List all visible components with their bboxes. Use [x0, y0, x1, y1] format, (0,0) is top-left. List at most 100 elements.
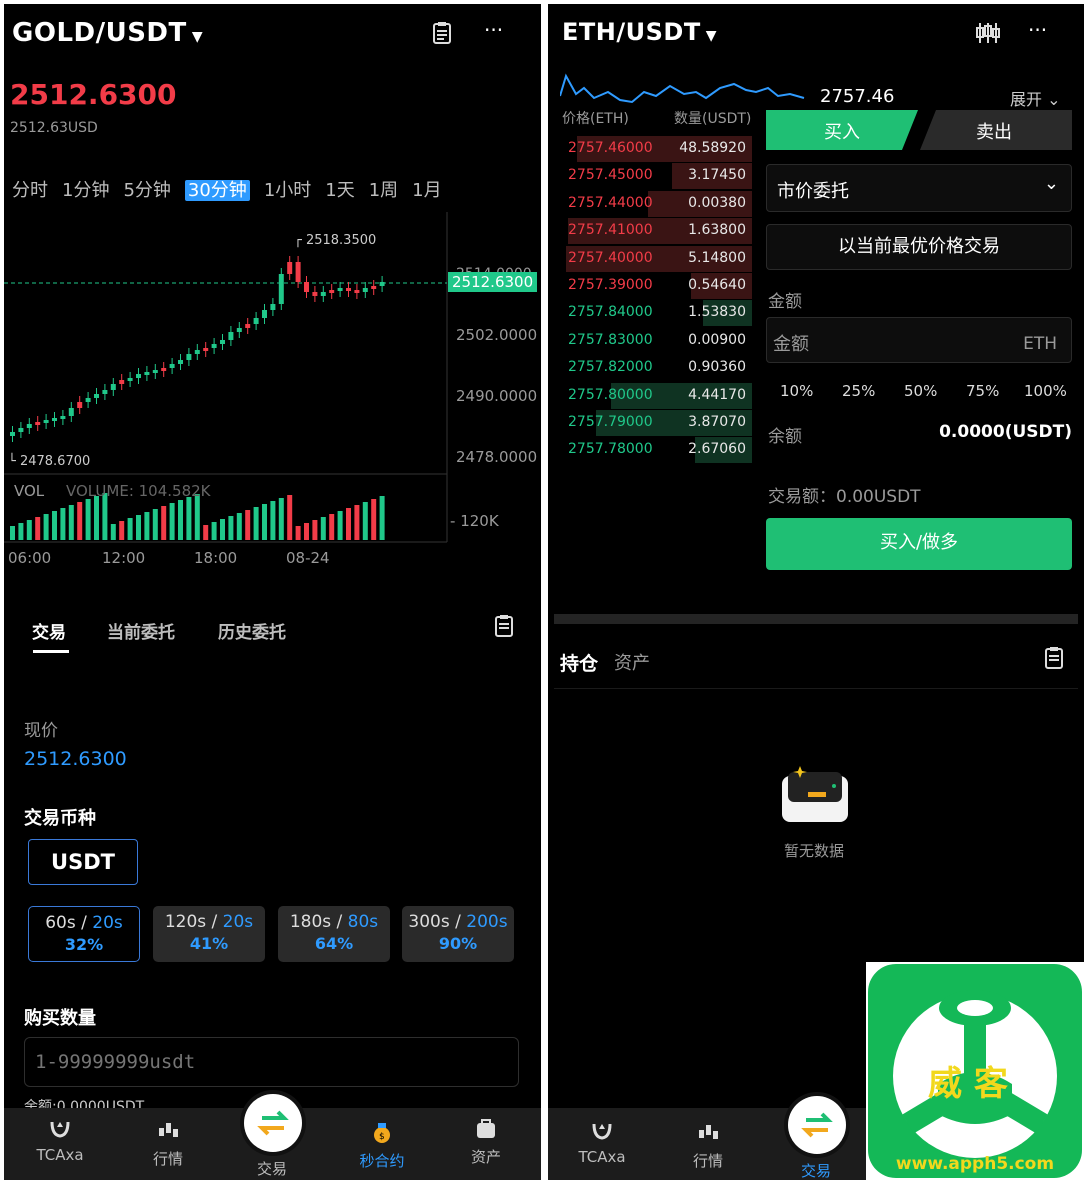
- pct-button[interactable]: 100%: [1024, 382, 1067, 400]
- bid-row[interactable]: 2757.80000 4.44170: [562, 382, 752, 409]
- clipboard-icon[interactable]: [494, 614, 514, 638]
- y-tick: 2502.0000: [456, 326, 538, 344]
- tab-interval[interactable]: 5分钟: [123, 180, 170, 201]
- sell-tab[interactable]: 卖出: [976, 118, 1012, 144]
- tab-assets[interactable]: 资产: [614, 649, 650, 675]
- ask-row[interactable]: 2757.40000 5.14800: [562, 245, 752, 272]
- more-icon[interactable]: ···: [1028, 18, 1047, 42]
- nav-home[interactable]: TCAxa: [572, 1120, 632, 1166]
- ob-qty: 1.53830: [688, 304, 746, 321]
- wallet-icon: [477, 1119, 495, 1138]
- mini-price: 2757.46: [820, 86, 895, 107]
- divider: [554, 688, 1078, 689]
- candle-body: [245, 324, 251, 328]
- volume-bar: [245, 510, 251, 540]
- pair-selector[interactable]: GOLD/USDT ▼: [12, 18, 203, 48]
- period-option[interactable]: 180s / 80s 64%: [278, 906, 390, 962]
- candle-body: [169, 364, 175, 368]
- bid-row[interactable]: 2757.78000 2.67060: [562, 437, 752, 464]
- last-price: 2512.6300: [10, 78, 177, 111]
- volume-bar: [346, 508, 351, 540]
- nav-home[interactable]: TCAxa: [30, 1118, 90, 1164]
- ask-row[interactable]: 2757.46000 48.58920: [562, 136, 752, 162]
- nav-assets[interactable]: 资产: [456, 1118, 516, 1167]
- nav-market[interactable]: 行情: [138, 1120, 198, 1169]
- clipboard-icon[interactable]: [432, 21, 452, 45]
- ob-qty: 4.44170: [688, 386, 746, 403]
- tab-trade[interactable]: 交易: [32, 618, 66, 643]
- volume-bar: [371, 499, 377, 540]
- ob-qty: 1.63800: [688, 222, 746, 239]
- order-type-select[interactable]: 市价委托 ⌄: [766, 164, 1072, 212]
- candle-body: [178, 360, 183, 364]
- tab-interval[interactable]: 1周: [369, 180, 398, 201]
- submit-buy-button[interactable]: 买入/做多: [766, 518, 1072, 570]
- amount-field[interactable]: 金额 ETH: [766, 317, 1072, 363]
- ob-price: 2757.46000: [568, 140, 653, 156]
- tab-interval[interactable]: 分时: [12, 180, 48, 201]
- candle-body: [236, 328, 242, 332]
- tab-open-orders[interactable]: 当前委托: [107, 618, 175, 643]
- period-option[interactable]: 60s / 20s 32%: [28, 906, 140, 962]
- best-price-button[interactable]: 以当前最优价格交易: [766, 224, 1072, 270]
- expand-toggle[interactable]: 展开 ⌄: [1010, 86, 1061, 110]
- col-qty: 数量(USDT): [674, 111, 752, 127]
- nav-trade-fab[interactable]: [244, 1094, 302, 1152]
- volume-bar: [354, 505, 360, 540]
- tab-interval-active[interactable]: 30分钟: [184, 180, 250, 201]
- gold-trading-screen: GOLD/USDT ▼ ··· 2512.6300 2512.63USD 分时 1…: [4, 4, 541, 1180]
- tab-interval[interactable]: 1天: [325, 180, 354, 201]
- bid-row[interactable]: 2757.84000 1.53830: [562, 300, 752, 327]
- candlestick-chart[interactable]: [4, 212, 541, 552]
- nav-trade-fab[interactable]: [788, 1096, 846, 1154]
- bid-row[interactable]: 2757.79000 3.87070: [562, 410, 752, 436]
- tab-positions[interactable]: 持仓: [560, 649, 598, 676]
- buy-tab[interactable]: 买入: [824, 118, 860, 144]
- candlestick-settings-icon[interactable]: [976, 22, 1000, 44]
- pct-button[interactable]: 25%: [842, 382, 875, 400]
- nav-trade-label: 交易: [256, 1160, 287, 1178]
- candle-body: [10, 432, 15, 436]
- ask-row[interactable]: 2757.45000 3.17450: [562, 163, 752, 190]
- volume-bar: [10, 526, 15, 540]
- ob-price: 2757.44000: [568, 194, 653, 211]
- bid-row[interactable]: 2757.83000 0.00900: [562, 328, 752, 354]
- currency-option-usdt[interactable]: USDT: [28, 839, 138, 885]
- pct-button[interactable]: 10%: [780, 382, 813, 400]
- volume-bar: [110, 524, 116, 540]
- ob-qty: 48.58920: [679, 140, 746, 156]
- col-price: 价格(ETH): [562, 111, 629, 127]
- candle-body: [110, 384, 116, 390]
- pct-button[interactable]: 50%: [904, 382, 937, 400]
- period-option[interactable]: 120s / 20s 41%: [153, 906, 265, 962]
- nav-seconds-contract[interactable]: $ 秒合约: [352, 1120, 412, 1171]
- candle-body: [379, 282, 385, 286]
- ob-price: 2757.79000: [568, 414, 653, 430]
- clipboard-icon[interactable]: [1044, 646, 1064, 670]
- x-tick: 18:00: [194, 549, 238, 567]
- candle-body: [127, 378, 133, 381]
- tab-order-history[interactable]: 历史委托: [218, 618, 286, 643]
- ask-row[interactable]: 2757.44000 0.00380: [562, 190, 752, 217]
- ask-row[interactable]: 2757.39000 0.54640: [562, 273, 752, 299]
- section-divider: [554, 614, 1078, 624]
- period-option[interactable]: 300s / 200s 90%: [402, 906, 514, 962]
- more-icon[interactable]: ···: [484, 18, 503, 42]
- tab-interval[interactable]: 1月: [412, 180, 441, 201]
- ask-row[interactable]: 2757.41000 1.63800: [562, 218, 752, 245]
- candle-body: [304, 282, 309, 292]
- period-rate: 64%: [314, 934, 354, 953]
- candle-body: [228, 332, 234, 340]
- buy-qty-input[interactable]: [24, 1037, 519, 1087]
- pair-selector[interactable]: ETH/USDT ▼: [562, 18, 717, 46]
- bid-row[interactable]: 2757.82000 0.90360: [562, 355, 752, 381]
- volume-bar: [362, 502, 368, 540]
- volume-bar: [43, 514, 49, 540]
- tab-interval[interactable]: 1分钟: [62, 180, 109, 201]
- tab-interval[interactable]: 1小时: [264, 180, 311, 201]
- chart-low-label: └ 2478.6700: [8, 454, 91, 469]
- pct-button[interactable]: 75%: [966, 382, 999, 400]
- nav-market[interactable]: 行情: [678, 1122, 738, 1171]
- candle-body: [60, 416, 66, 419]
- candle-body: [102, 390, 108, 394]
